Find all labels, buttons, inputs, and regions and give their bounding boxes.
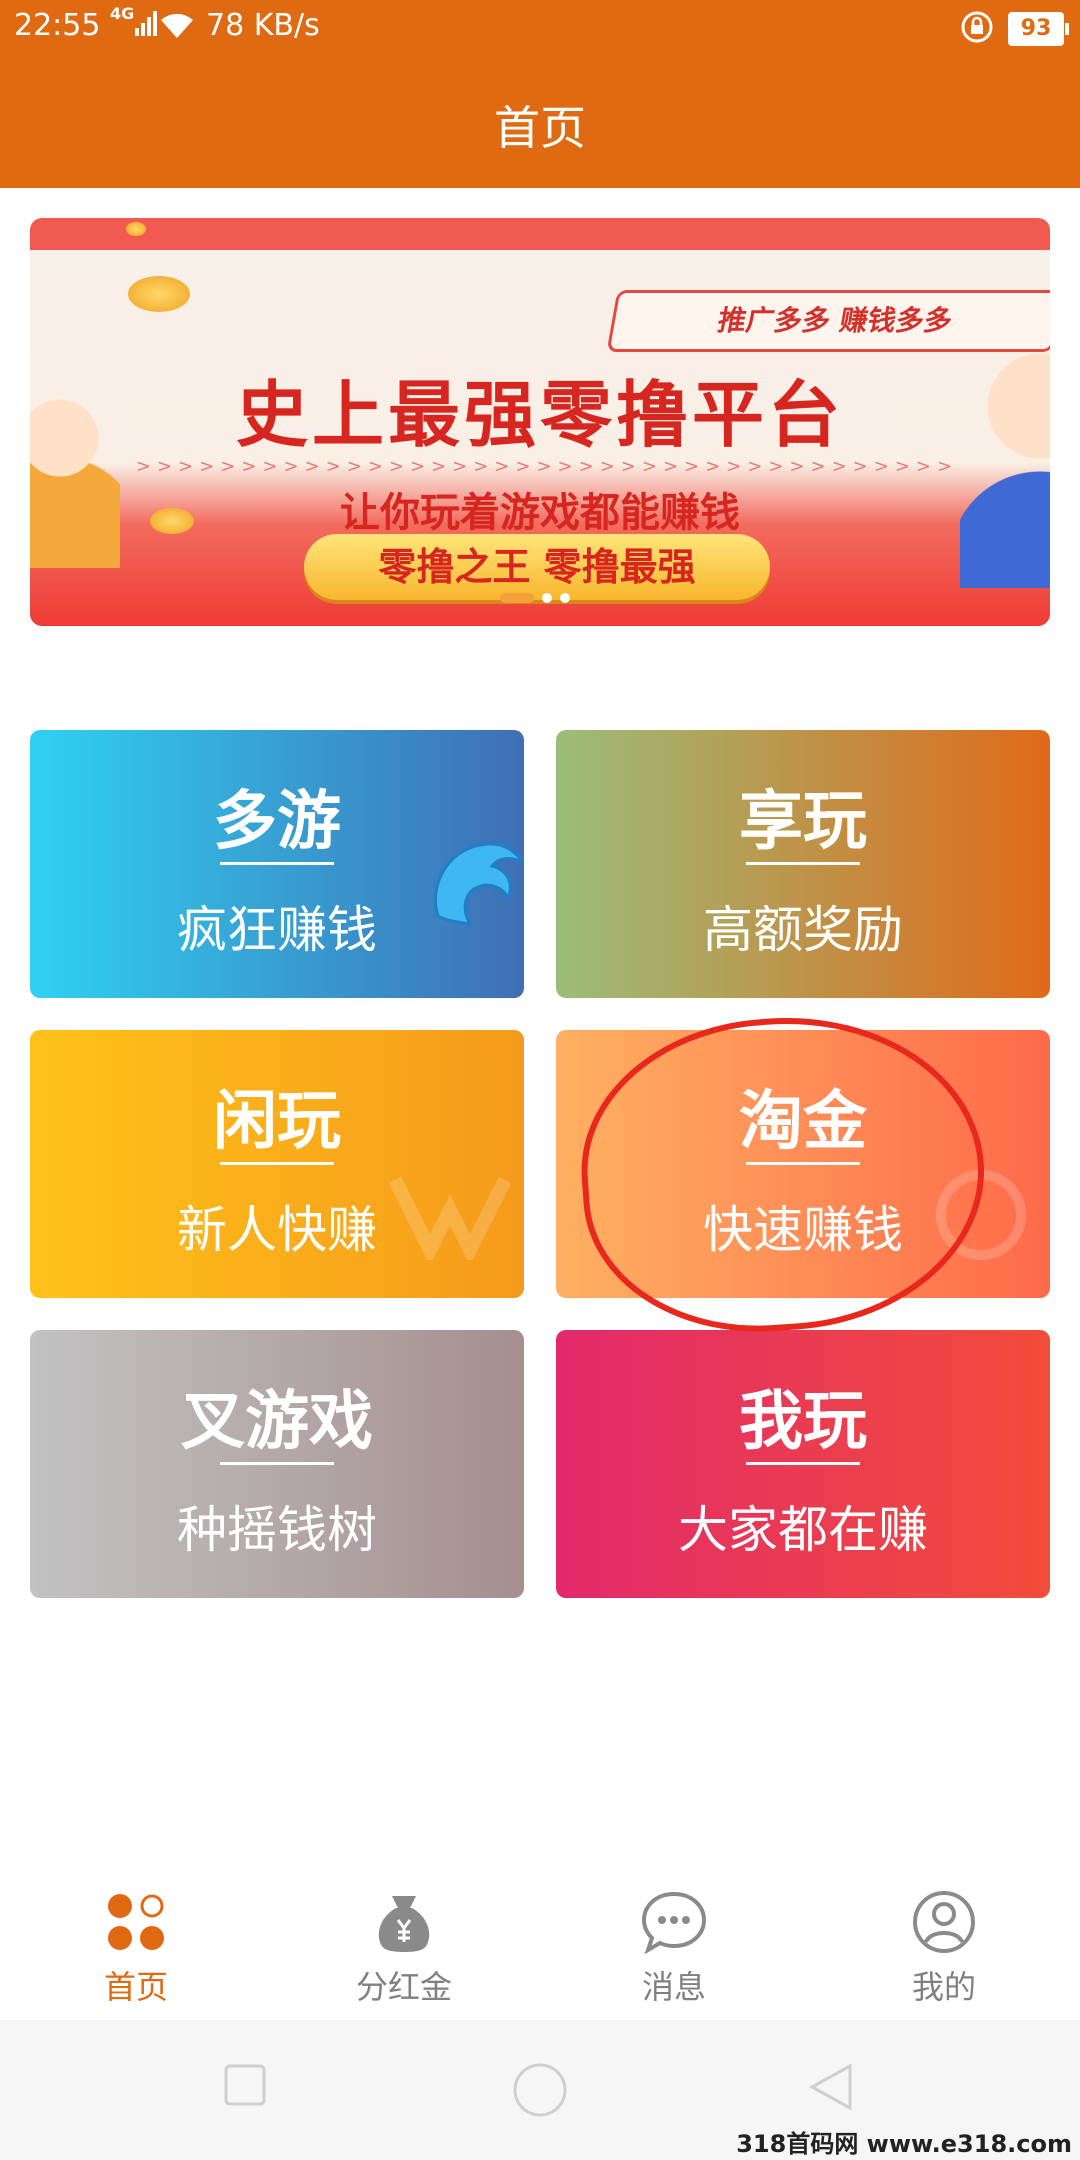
home-circle-icon[interactable]: [512, 2062, 568, 2118]
status-time: 22:55: [14, 8, 101, 43]
card-divider: [220, 1462, 334, 1465]
carousel-dot-active[interactable]: [500, 593, 534, 603]
logo-watermark-icon: [936, 1170, 1026, 1260]
watermark-credit: 318首码网 www.e318.com: [736, 2130, 1072, 2158]
carousel-dot[interactable]: [542, 593, 552, 603]
logo-watermark-icon: [390, 1176, 510, 1260]
nav-label: 我的: [911, 1968, 976, 2006]
card-xianwan[interactable]: 闲玩 新人快赚: [30, 1030, 524, 1298]
promo-banner[interactable]: 推广多多 赚钱多多 史上最强零撸平台 >>>>>>>>>>>>>>>>>>>>>…: [30, 218, 1050, 626]
card-title: 我玩: [739, 1385, 867, 1459]
card-title: 享玩: [739, 785, 867, 859]
dolphin-icon: [433, 842, 524, 926]
profile-icon: [913, 1891, 975, 1953]
banner-subline: 让你玩着游戏都能赚钱: [340, 490, 740, 536]
card-title: 叉游戏: [181, 1385, 373, 1459]
top-bar: 22:55 4G 78 KB/s 93 首页: [0, 0, 1080, 188]
network-type: 4G: [110, 4, 135, 23]
card-subtitle: 种摇钱树: [177, 1501, 377, 1559]
signal-icon: [135, 11, 157, 36]
card-divider: [746, 862, 860, 865]
banner-arrow-divider: >>>>>>>>>>>>>>>>>>>>>>>>>>>>>>>>>>>>>>>: [135, 456, 959, 477]
rotation-lock-icon: [961, 11, 993, 43]
card-divider: [220, 862, 334, 865]
card-title: 闲玩: [213, 1085, 341, 1159]
card-taojin[interactable]: 淘金 快速赚钱: [556, 1030, 1050, 1298]
home-dots-icon: [108, 1894, 164, 1950]
banner-slogan: 推广多多 赚钱多多: [606, 290, 1050, 352]
card-divider: [746, 1462, 860, 1465]
banner-top-strip: [30, 218, 1050, 250]
money-bag-icon: [378, 1896, 430, 1952]
back-triangle-icon[interactable]: [806, 2062, 856, 2112]
recent-apps-icon[interactable]: [222, 2062, 268, 2108]
nav-label: 首页: [103, 1968, 168, 2006]
card-wowan[interactable]: 我玩 大家都在赚: [556, 1330, 1050, 1598]
bottom-navigation: 首页 分红金 消息 我的: [0, 1860, 1080, 2020]
coin-decoration: [128, 276, 190, 312]
carousel-dot[interactable]: [560, 593, 570, 603]
battery-indicator: 93: [1008, 12, 1069, 46]
nav-label: 消息: [641, 1968, 706, 2006]
card-divider: [746, 1162, 860, 1165]
nav-label: 分红金: [355, 1968, 452, 2006]
card-duoyou[interactable]: 多游 疯狂赚钱: [30, 730, 524, 998]
carousel-indicator[interactable]: [500, 588, 578, 607]
page-title: 首页: [494, 101, 586, 155]
card-chayouxi[interactable]: 叉游戏 种摇钱树: [30, 1330, 524, 1598]
card-title: 淘金: [739, 1085, 867, 1159]
chat-bubble-icon: [642, 1891, 706, 1954]
card-xiangwan[interactable]: 享玩 高额奖励: [556, 730, 1050, 998]
card-divider: [220, 1162, 334, 1165]
status-bar: 22:55 4G 78 KB/s 93: [0, 0, 1080, 56]
card-subtitle: 高额奖励: [703, 901, 903, 959]
network-speed: 78 KB/s: [206, 8, 320, 43]
card-subtitle: 大家都在赚: [678, 1501, 928, 1559]
banner-headline: 史上最强零撸平台: [235, 373, 844, 457]
wifi-icon: [161, 13, 193, 38]
coin-decoration: [126, 222, 146, 236]
